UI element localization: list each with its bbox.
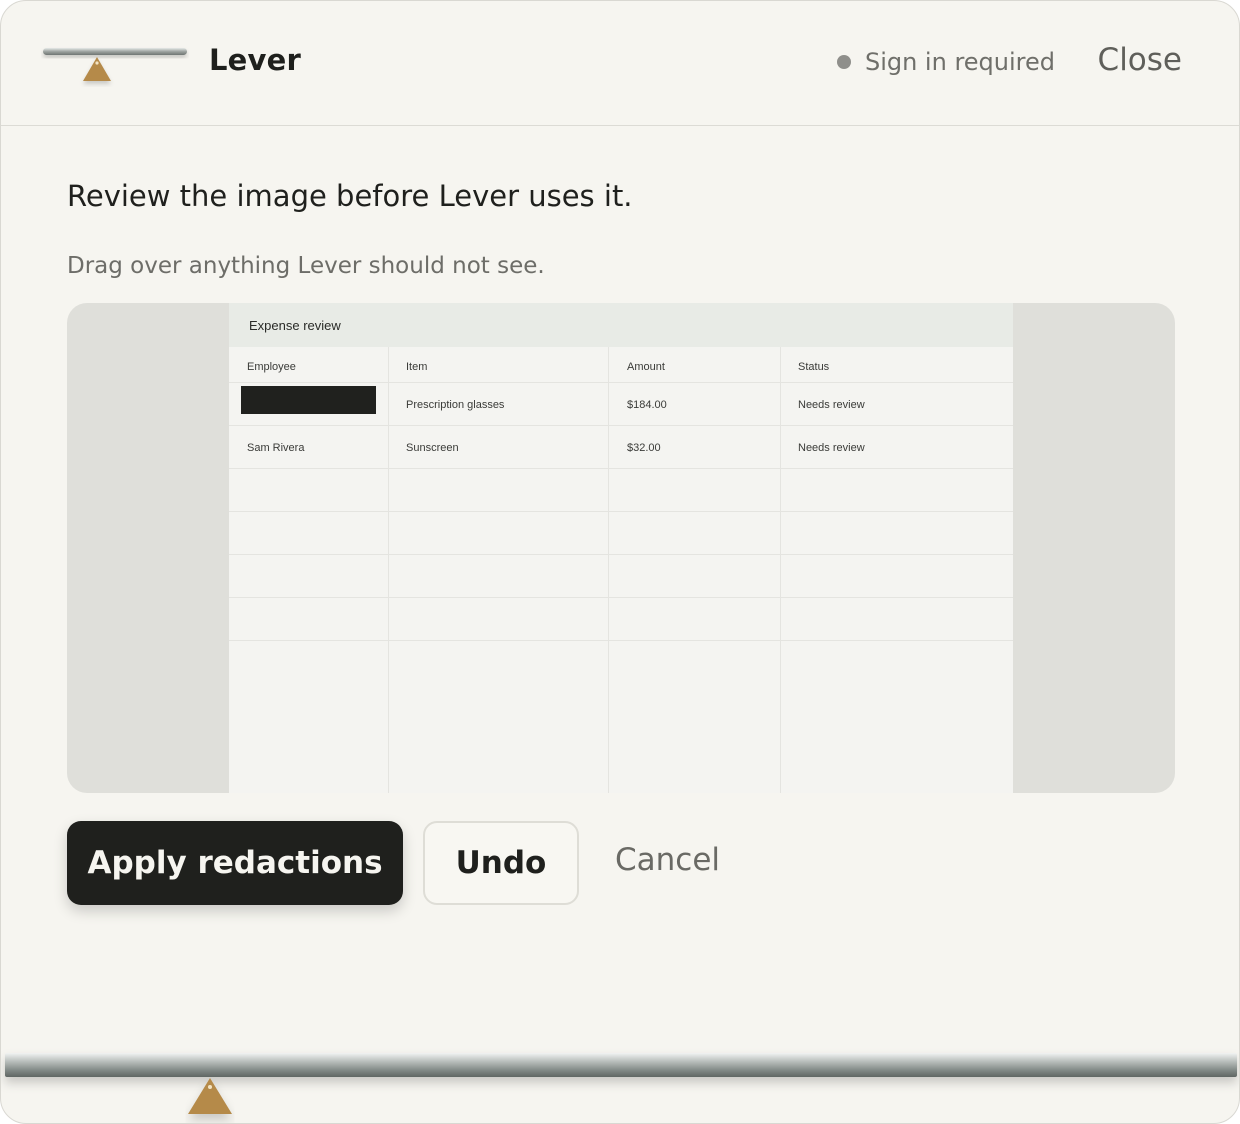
status-dot-icon: [836, 55, 851, 69]
redaction-box[interactable]: [241, 386, 376, 414]
grid-line: [388, 347, 389, 793]
table-cell-status: Needs review: [798, 399, 865, 411]
grid-line: [229, 554, 1013, 555]
table-cell-status: Needs review: [798, 442, 865, 454]
column-header-item: Item: [406, 361, 428, 373]
table-cell-amount: $32.00: [627, 442, 661, 454]
redaction-canvas[interactable]: Expense review Employee Item Amount Stat…: [67, 303, 1175, 793]
screenshot-header: Expense review: [229, 303, 1013, 347]
column-header-status: Status: [798, 361, 830, 373]
column-header-employee: Employee: [247, 361, 296, 373]
grid-line: [780, 347, 781, 793]
screenshot-title: Expense review: [249, 318, 341, 333]
brand-name: Lever: [209, 43, 302, 77]
cancel-button[interactable]: Cancel: [615, 842, 720, 878]
column-header-amount: Amount: [627, 361, 665, 373]
grid-line: [229, 468, 1013, 469]
grid-line: [229, 382, 1013, 383]
grid-line: [229, 425, 1013, 426]
grid-line: [608, 347, 609, 793]
header-bar: Lever Sign in required Close: [1, 1, 1239, 126]
dialog-title: Review the image before Lever uses it.: [67, 179, 633, 213]
captured-screenshot[interactable]: Expense review Employee Item Amount Stat…: [229, 303, 1013, 793]
undo-button[interactable]: Undo: [423, 821, 579, 905]
table-cell-item: Sunscreen: [406, 442, 459, 454]
lever-logo-icon: [43, 48, 187, 81]
apply-redactions-button[interactable]: Apply redactions: [67, 821, 403, 905]
close-button[interactable]: Close: [1098, 42, 1182, 78]
grid-line: [229, 511, 1013, 512]
lever-bar-icon: [5, 1053, 1237, 1114]
table-cell-item: Prescription glasses: [406, 399, 505, 411]
redaction-dialog: Lever Sign in required Close Review the …: [0, 0, 1240, 1124]
grid-line: [229, 597, 1013, 598]
sign-in-status: Sign in required: [836, 48, 1055, 76]
status-text: Sign in required: [864, 48, 1055, 76]
table-cell-amount: $184.00: [627, 399, 667, 411]
dialog-instructions: Drag over anything Lever should not see.: [67, 253, 545, 279]
grid-line: [229, 640, 1013, 641]
table-cell-employee: Sam Rivera: [247, 442, 305, 454]
